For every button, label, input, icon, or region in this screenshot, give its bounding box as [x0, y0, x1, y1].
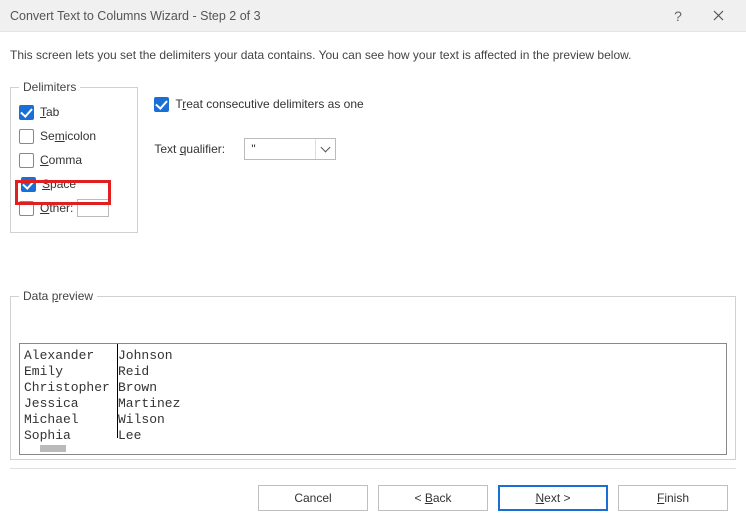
horizontal-scrollbar[interactable]	[40, 445, 66, 452]
text-qualifier-select[interactable]: "	[244, 138, 336, 160]
chevron-down-icon	[315, 139, 335, 159]
button-row: Cancel < Back Next > Finish	[10, 469, 736, 511]
delimiter-tab[interactable]: Tab	[19, 100, 109, 124]
delimiters-group: Delimiters Tab Semicolon Comma Space Oth…	[10, 80, 138, 233]
preview-cell: Michael	[24, 412, 118, 428]
delimiter-other[interactable]: Other:	[19, 196, 109, 220]
close-button[interactable]	[698, 2, 738, 30]
help-button[interactable]: ?	[658, 2, 698, 30]
data-preview-box: Alexander Emily Christopher Jessica Mich…	[19, 343, 727, 455]
treat-consecutive[interactable]: Treat consecutive delimiters as one	[154, 92, 363, 116]
preview-cell: Christopher	[24, 380, 118, 396]
data-preview-group: Data preview Alexander Emily Christopher…	[10, 289, 736, 460]
preview-cell: Emily	[24, 364, 118, 380]
text-qualifier-value: "	[245, 142, 315, 156]
delimiter-comma[interactable]: Comma	[19, 148, 109, 172]
preview-cell: Alexander	[24, 348, 118, 364]
data-preview-legend: Data preview	[19, 289, 97, 303]
checkbox-tab[interactable]	[19, 105, 34, 120]
window-title: Convert Text to Columns Wizard - Step 2 …	[10, 9, 658, 23]
checkbox-consecutive[interactable]	[154, 97, 169, 112]
preview-cell: Wilson	[118, 412, 180, 428]
checkbox-semicolon[interactable]	[19, 129, 34, 144]
vertical-scrollbar[interactable]	[726, 366, 727, 400]
checkbox-comma[interactable]	[19, 153, 34, 168]
delimiter-space[interactable]: Space	[19, 172, 109, 196]
next-button[interactable]: Next >	[498, 485, 608, 511]
title-bar: Convert Text to Columns Wizard - Step 2 …	[0, 0, 746, 32]
preview-cell: Lee	[118, 428, 180, 444]
back-button[interactable]: < Back	[378, 485, 488, 511]
preview-cell: Johnson	[118, 348, 180, 364]
preview-cell: Jessica	[24, 396, 118, 412]
preview-cell: Reid	[118, 364, 180, 380]
intro-text: This screen lets you set the delimiters …	[10, 48, 736, 62]
delimiters-legend: Delimiters	[19, 80, 80, 94]
preview-cell: Martinez	[118, 396, 180, 412]
delimiter-semicolon[interactable]: Semicolon	[19, 124, 109, 148]
text-qualifier-label: Text qualifier:	[154, 142, 244, 156]
finish-button[interactable]: Finish	[618, 485, 728, 511]
other-delimiter-input[interactable]	[77, 199, 109, 217]
preview-cell: Brown	[118, 380, 180, 396]
checkbox-other[interactable]	[19, 201, 34, 216]
cancel-button[interactable]: Cancel	[258, 485, 368, 511]
checkbox-space[interactable]	[21, 177, 36, 192]
preview-cell: Sophia	[24, 428, 118, 444]
close-icon	[713, 10, 724, 21]
